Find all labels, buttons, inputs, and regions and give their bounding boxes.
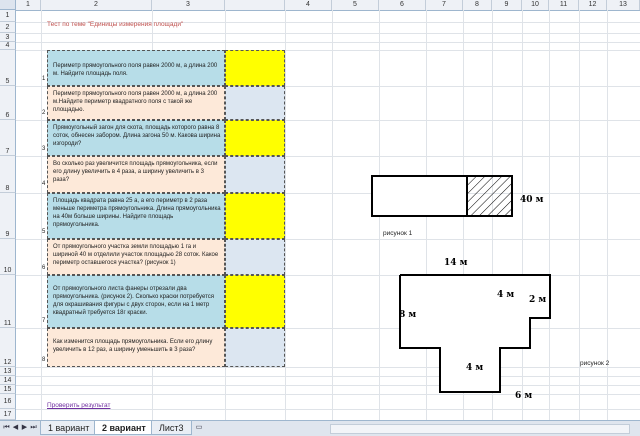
gridline bbox=[16, 42, 640, 43]
select-all-corner[interactable] bbox=[0, 0, 16, 10]
gridline bbox=[16, 409, 640, 410]
row-header-15[interactable]: 15 bbox=[0, 385, 16, 394]
question-cell-7[interactable]: От прямоугольного листа фанеры отрезали … bbox=[47, 275, 225, 328]
figure-2-drawing bbox=[399, 274, 551, 393]
question-number: 3 bbox=[42, 146, 46, 152]
question-cell-6[interactable]: От прямоугольного участка земли площадью… bbox=[47, 239, 225, 275]
question-cell-5[interactable]: Площадь квадрата равна 25 а, а его перим… bbox=[47, 193, 225, 239]
answer-cell-1[interactable] bbox=[225, 50, 285, 86]
prev-sheet-icon[interactable]: ◀ bbox=[11, 423, 20, 433]
next-sheet-icon[interactable]: ▶ bbox=[20, 423, 29, 433]
figure-2-notch-height-label: 4 м bbox=[497, 290, 515, 300]
answer-cell-4[interactable] bbox=[225, 156, 285, 193]
column-header-4[interactable]: 4 bbox=[285, 0, 332, 10]
column-header-bar: 1 2 3 4 5 6 7 8 9 10 11 12 13 bbox=[0, 0, 640, 11]
row-header-8[interactable]: 8 bbox=[0, 156, 16, 193]
insert-sheet-icon[interactable]: ▭ bbox=[193, 423, 205, 433]
column-header-2[interactable]: 2 bbox=[41, 0, 152, 10]
check-result-link[interactable]: Проверить результат bbox=[47, 402, 110, 409]
column-header-10[interactable]: 10 bbox=[522, 0, 549, 10]
sheet-tabs-bar: ⏮ ◀ ▶ ⏭ 1 вариант 2 вариант Лист3 ▭ bbox=[0, 420, 640, 436]
column-header-1[interactable]: 1 bbox=[16, 0, 41, 10]
figure-2-bottom-height-label: 4 м bbox=[466, 363, 484, 373]
row-header-2[interactable]: 2 bbox=[0, 22, 16, 33]
question-number: 7 bbox=[42, 318, 46, 324]
figure-2-notch-width-label: 2 м bbox=[529, 295, 547, 305]
figure-2-top-label: 14 м bbox=[444, 258, 468, 268]
question-number: 5 bbox=[42, 229, 46, 235]
row-header-11[interactable]: 11 bbox=[0, 275, 16, 328]
answer-cell-7[interactable] bbox=[225, 275, 285, 328]
figure-1-caption: рисунок 1 bbox=[383, 230, 413, 237]
row-header-4[interactable]: 4 bbox=[0, 42, 16, 50]
gridline bbox=[16, 33, 640, 34]
gridline bbox=[332, 10, 333, 420]
row-header-17[interactable]: 17 bbox=[0, 409, 16, 420]
gridline bbox=[607, 10, 608, 420]
row-header-3[interactable]: 3 bbox=[0, 33, 16, 42]
gridline bbox=[579, 10, 580, 420]
horizontal-scrollbar[interactable] bbox=[330, 424, 630, 434]
column-header-12[interactable]: 12 bbox=[579, 0, 607, 10]
column-header-8[interactable]: 8 bbox=[463, 0, 492, 10]
column-header-9[interactable]: 9 bbox=[492, 0, 522, 10]
question-cell-4[interactable]: Во сколько раз увеличится площадь прямоу… bbox=[47, 156, 225, 193]
answer-cell-6[interactable] bbox=[225, 239, 285, 275]
answer-cell-2[interactable] bbox=[225, 86, 285, 120]
tab-variant-1[interactable]: 1 вариант bbox=[40, 421, 98, 435]
answer-cell-5[interactable] bbox=[225, 193, 285, 239]
row-header-1[interactable]: 1 bbox=[0, 10, 16, 22]
question-number: 6 bbox=[42, 265, 46, 271]
row-header-5[interactable]: 5 bbox=[0, 50, 16, 86]
question-number: 8 bbox=[42, 357, 46, 363]
answer-cell-8[interactable] bbox=[225, 328, 285, 367]
figure-2-left-label: 8 м bbox=[399, 310, 417, 320]
figure-1-dimension-label: 40 м bbox=[520, 195, 544, 205]
tab-variant-2[interactable]: 2 вариант bbox=[94, 421, 154, 435]
figure-1-drawing bbox=[371, 175, 513, 217]
column-header-6[interactable]: 6 bbox=[379, 0, 426, 10]
row-header-10[interactable]: 10 bbox=[0, 239, 16, 275]
column-header-7[interactable]: 7 bbox=[426, 0, 463, 10]
question-number: 2 bbox=[42, 110, 46, 116]
question-cell-2[interactable]: Периметр прямоугольного поля равен 2000 … bbox=[47, 86, 225, 120]
question-cell-1[interactable]: Периметр прямоугольного поля равен 2000 … bbox=[47, 50, 225, 86]
figure-2-caption: рисунок 2 bbox=[580, 360, 610, 367]
tab-sheet3[interactable]: Лист3 bbox=[151, 421, 192, 435]
column-header-3b[interactable] bbox=[225, 0, 285, 10]
column-header-13[interactable]: 13 bbox=[607, 0, 640, 10]
sheet-title[interactable]: Тест по теме "Единицы измерения площади" bbox=[47, 21, 183, 28]
row-header-12[interactable]: 12 bbox=[0, 328, 16, 367]
column-header-11[interactable]: 11 bbox=[549, 0, 579, 10]
column-header-5[interactable]: 5 bbox=[332, 0, 379, 10]
figure-2-bottom-width-label: 6 м bbox=[515, 391, 533, 401]
question-number: 1 bbox=[42, 76, 46, 82]
column-header-3[interactable]: 3 bbox=[152, 0, 225, 10]
row-header-7[interactable]: 7 bbox=[0, 120, 16, 156]
gridline bbox=[285, 10, 286, 420]
row-header-14[interactable]: 14 bbox=[0, 376, 16, 385]
row-header-16[interactable]: 16 bbox=[0, 394, 16, 409]
question-cell-8[interactable]: Как изменится площадь прямоугольника. Ес… bbox=[47, 328, 225, 367]
question-cell-3[interactable]: Прямоугольный загон для скота, площадь к… bbox=[47, 120, 225, 156]
last-sheet-icon[interactable]: ⏭ bbox=[29, 423, 38, 433]
question-number: 4 bbox=[42, 181, 46, 187]
figure-2-shape bbox=[399, 274, 551, 393]
row-header-13[interactable]: 13 bbox=[0, 367, 16, 376]
first-sheet-icon[interactable]: ⏮ bbox=[2, 423, 11, 433]
row-header-9[interactable]: 9 bbox=[0, 193, 16, 239]
answer-cell-3[interactable] bbox=[225, 120, 285, 156]
row-header-6[interactable]: 6 bbox=[0, 86, 16, 120]
